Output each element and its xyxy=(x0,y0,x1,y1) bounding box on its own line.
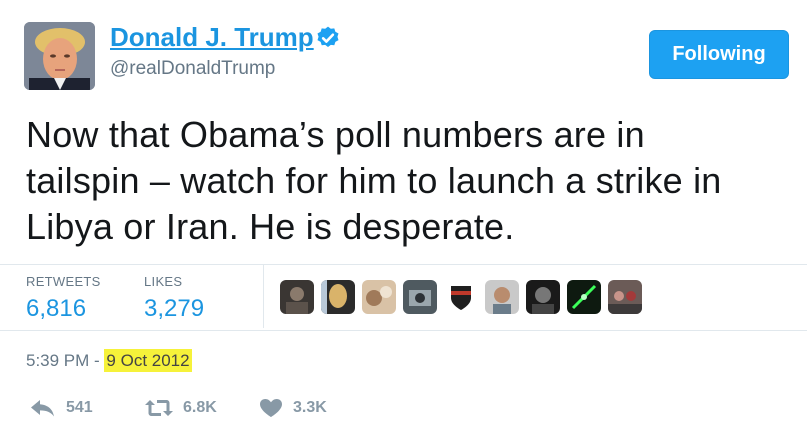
reply-icon xyxy=(31,400,54,417)
retweet-count: 6.8K xyxy=(183,399,217,416)
heart-icon xyxy=(260,399,282,417)
tweet-line: tailspin – watch for him to launch a str… xyxy=(26,160,722,201)
retweet-button[interactable]: 6.8K xyxy=(145,398,217,418)
liker-avatar[interactable] xyxy=(403,280,437,314)
likes-stat[interactable]: LIKES 3,279 xyxy=(144,274,204,323)
reply-button[interactable]: 541 xyxy=(30,398,93,418)
avatar-image xyxy=(24,22,95,90)
following-button[interactable]: Following xyxy=(649,30,789,79)
timestamp-date: 9 Oct 2012 xyxy=(104,349,192,372)
avatar[interactable] xyxy=(24,22,95,90)
stats-separator xyxy=(263,265,264,328)
like-count: 3.3K xyxy=(293,399,327,416)
likes-label: LIKES xyxy=(144,274,183,289)
liker-avatar[interactable] xyxy=(485,280,519,314)
divider xyxy=(0,264,807,265)
liker-avatar[interactable] xyxy=(321,280,355,314)
liker-avatar[interactable] xyxy=(526,280,560,314)
liker-avatar[interactable] xyxy=(362,280,396,314)
retweets-stat[interactable]: RETWEETS 6,816 xyxy=(26,274,101,323)
likes-count: 3,279 xyxy=(144,295,205,322)
liker-avatar[interactable] xyxy=(280,280,314,314)
retweets-label: RETWEETS xyxy=(26,274,101,289)
like-button[interactable]: 3.3K xyxy=(259,398,327,418)
retweet-icon xyxy=(145,400,173,416)
timestamp-time: 5:39 PM - xyxy=(26,351,105,370)
tweet-timestamp[interactable]: 5:39 PM - 9 Oct 2012 xyxy=(26,349,192,372)
tweet-line: Libya or Iran. He is desperate. xyxy=(26,206,515,247)
tweet-text: Now that Obama’s poll numbers are in tai… xyxy=(26,112,796,250)
verified-badge-icon xyxy=(317,26,339,47)
tweet-line: Now that Obama’s poll numbers are in xyxy=(26,114,645,155)
user-handle[interactable]: @realDonaldTrump xyxy=(110,58,275,80)
retweets-count: 6,816 xyxy=(26,295,87,322)
liker-avatar[interactable] xyxy=(608,280,642,314)
reply-count: 541 xyxy=(66,399,93,416)
liker-avatar[interactable] xyxy=(444,280,478,314)
display-name[interactable]: Donald J. Trump xyxy=(110,22,314,53)
liker-avatar[interactable] xyxy=(567,280,601,314)
divider xyxy=(0,330,807,331)
